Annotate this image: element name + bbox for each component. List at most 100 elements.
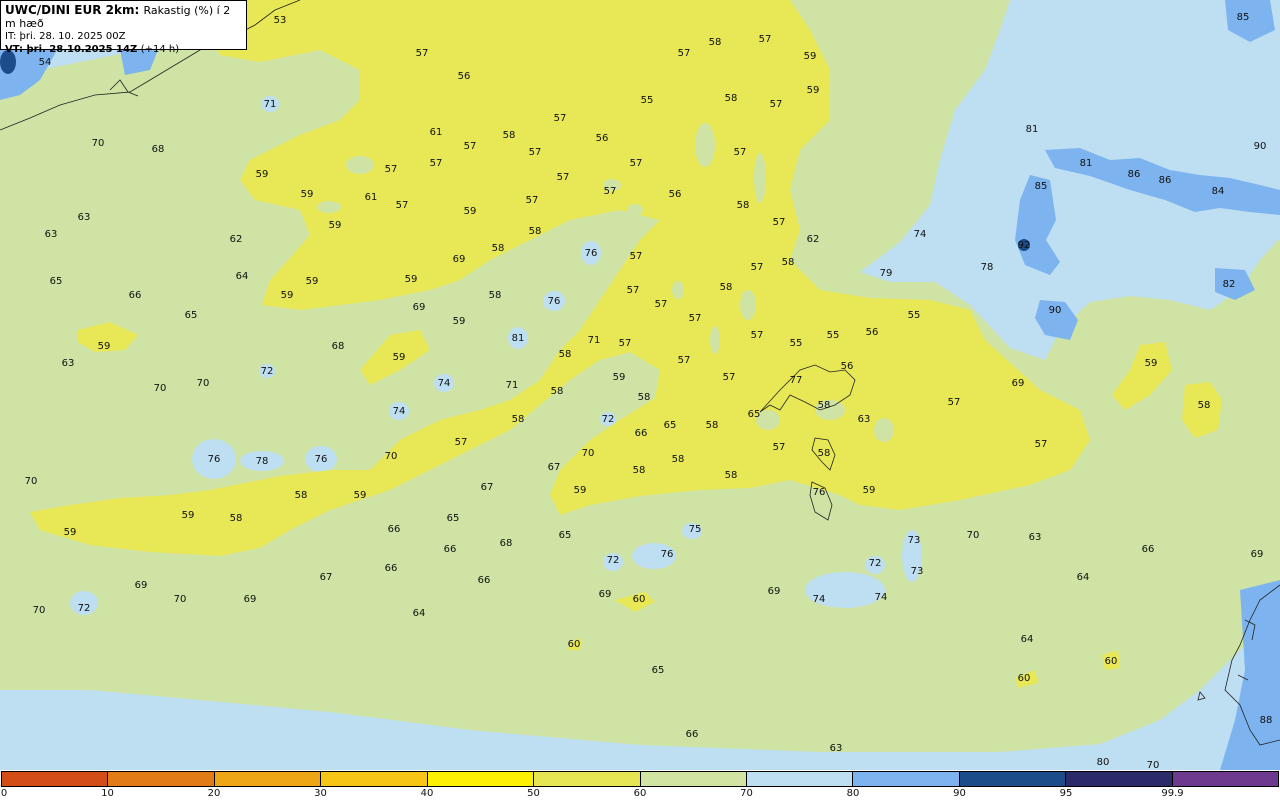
humidity-value-label: 92 [1018, 240, 1031, 251]
color-scale-bar: 0 10 20 30 40 50 60 70 80 90 95 99.9 [0, 770, 1280, 802]
humidity-value-label: 71 [588, 335, 601, 346]
humidity-value-label: 63 [78, 212, 91, 223]
color-scale-swatch [853, 772, 960, 786]
humidity-value-label: 56 [458, 71, 471, 82]
humidity-value-label: 58 [230, 513, 243, 524]
humidity-value-label: 81 [1080, 158, 1093, 169]
humidity-value-label: 57 [759, 34, 772, 45]
humidity-value-label: 56 [669, 189, 682, 200]
humidity-value-label: 58 [512, 414, 525, 425]
humidity-value-label: 59 [98, 341, 111, 352]
humidity-value-label: 63 [45, 229, 58, 240]
humidity-value-label: 70 [174, 594, 187, 605]
humidity-value-label: 57 [1035, 439, 1048, 450]
humidity-value-label: 59 [863, 485, 876, 496]
humidity-value-label: 57 [770, 99, 783, 110]
humidity-value-label: 68 [332, 341, 345, 352]
humidity-value-label: 73 [911, 566, 924, 577]
humidity-value-label: 57 [529, 147, 542, 158]
humidity-value-label: 76 [661, 549, 674, 560]
humidity-value-label: 58 [503, 130, 516, 141]
humidity-value-label: 76 [585, 248, 598, 259]
humidity-value-label: 58 [489, 290, 502, 301]
humidity-value-label: 57 [773, 217, 786, 228]
humidity-value-label: 71 [506, 380, 519, 391]
humidity-value-label: 57 [416, 48, 429, 59]
humidity-value-label: 59 [804, 51, 817, 62]
humidity-value-label: 65 [185, 310, 198, 321]
color-scale-swatch [1066, 772, 1173, 786]
humidity-value-label: 57 [678, 355, 691, 366]
humidity-value-label: 58 [633, 465, 646, 476]
color-scale-tick-label: 99.9 [1161, 788, 1184, 799]
humidity-value-label: 82 [1223, 279, 1236, 290]
humidity-value-label: 86 [1128, 169, 1141, 180]
color-scale-swatch [427, 772, 535, 786]
humidity-value-label: 59 [405, 274, 418, 285]
humidity-value-label: 68 [500, 538, 513, 549]
humidity-value-label: 61 [365, 192, 378, 203]
humidity-value-label: 55 [827, 330, 840, 341]
humidity-value-label: 70 [92, 138, 105, 149]
humidity-value-label: 69 [768, 586, 781, 597]
humidity-value-label: 70 [33, 605, 46, 616]
humidity-value-label: 56 [841, 361, 854, 372]
humidity-value-label: 66 [129, 290, 142, 301]
humidity-value-label: 79 [880, 268, 893, 279]
humidity-value-label: 74 [813, 594, 826, 605]
lead-time: (+14 h) [140, 44, 180, 55]
humidity-value-label: 59 [354, 490, 367, 501]
humidity-value-label: 57 [678, 48, 691, 59]
humidity-value-label: 69 [599, 589, 612, 600]
humidity-value-label: 57 [751, 330, 764, 341]
humidity-value-label: 66 [388, 524, 401, 535]
humidity-value-label: 70 [1147, 760, 1160, 770]
humidity-value-label: 90 [1049, 305, 1062, 316]
humidity-value-label: 60 [568, 639, 581, 650]
humidity-value-label: 57 [557, 172, 570, 183]
humidity-value-label: 70 [385, 451, 398, 462]
humidity-value-label: 58 [529, 226, 542, 237]
humidity-value-label: 58 [720, 282, 733, 293]
humidity-value-label: 57 [723, 372, 736, 383]
humidity-value-label: 65 [447, 513, 460, 524]
humidity-value-label: 59 [301, 189, 314, 200]
humidity-value-label: 57 [464, 141, 477, 152]
humidity-value-label: 66 [1142, 544, 1155, 555]
color-scale-tick-label: 0 [0, 788, 8, 799]
humidity-value-label: 74 [914, 229, 927, 240]
humidity-value-label: 66 [686, 729, 699, 740]
humidity-value-label: 59 [613, 372, 626, 383]
humidity-value-label: 57 [396, 200, 409, 211]
color-scale-swatch [321, 772, 428, 786]
color-scale-swatch [959, 772, 1067, 786]
humidity-value-label: 81 [1026, 124, 1039, 135]
humidity-value-label: 59 [393, 352, 406, 363]
humidity-value-label: 57 [655, 299, 668, 310]
humidity-value-label: 60 [1018, 673, 1031, 684]
humidity-value-label: 55 [641, 95, 654, 106]
color-scale-tick-label: 60 [633, 788, 647, 799]
humidity-value-label: 59 [306, 276, 319, 287]
humidity-value-label: 85 [1237, 12, 1250, 23]
humidity-value-label: 65 [652, 665, 665, 676]
humidity-value-label: 58 [706, 420, 719, 431]
humidity-value-label: 59 [256, 169, 269, 180]
humidity-value-label: 65 [50, 276, 63, 287]
humidity-value-label: 58 [737, 200, 750, 211]
humidity-value-label: 81 [512, 333, 525, 344]
humidity-value-label: 70 [967, 530, 980, 541]
humidity-value-label: 58 [559, 349, 572, 360]
humidity-value-label: 56 [596, 133, 609, 144]
humidity-value-label: 73 [908, 535, 921, 546]
humidity-value-label: 57 [455, 437, 468, 448]
humidity-value-label: 58 [725, 470, 738, 481]
humidity-value-label: 66 [444, 544, 457, 555]
humidity-value-label: 57 [385, 164, 398, 175]
humidity-value-label: 59 [329, 220, 342, 231]
humidity-value-label: 67 [320, 572, 333, 583]
humidity-value-label: 76 [208, 454, 221, 465]
humidity-value-label: 86 [1159, 175, 1172, 186]
humidity-value-label: 67 [548, 462, 561, 473]
humidity-value-label: 59 [182, 510, 195, 521]
